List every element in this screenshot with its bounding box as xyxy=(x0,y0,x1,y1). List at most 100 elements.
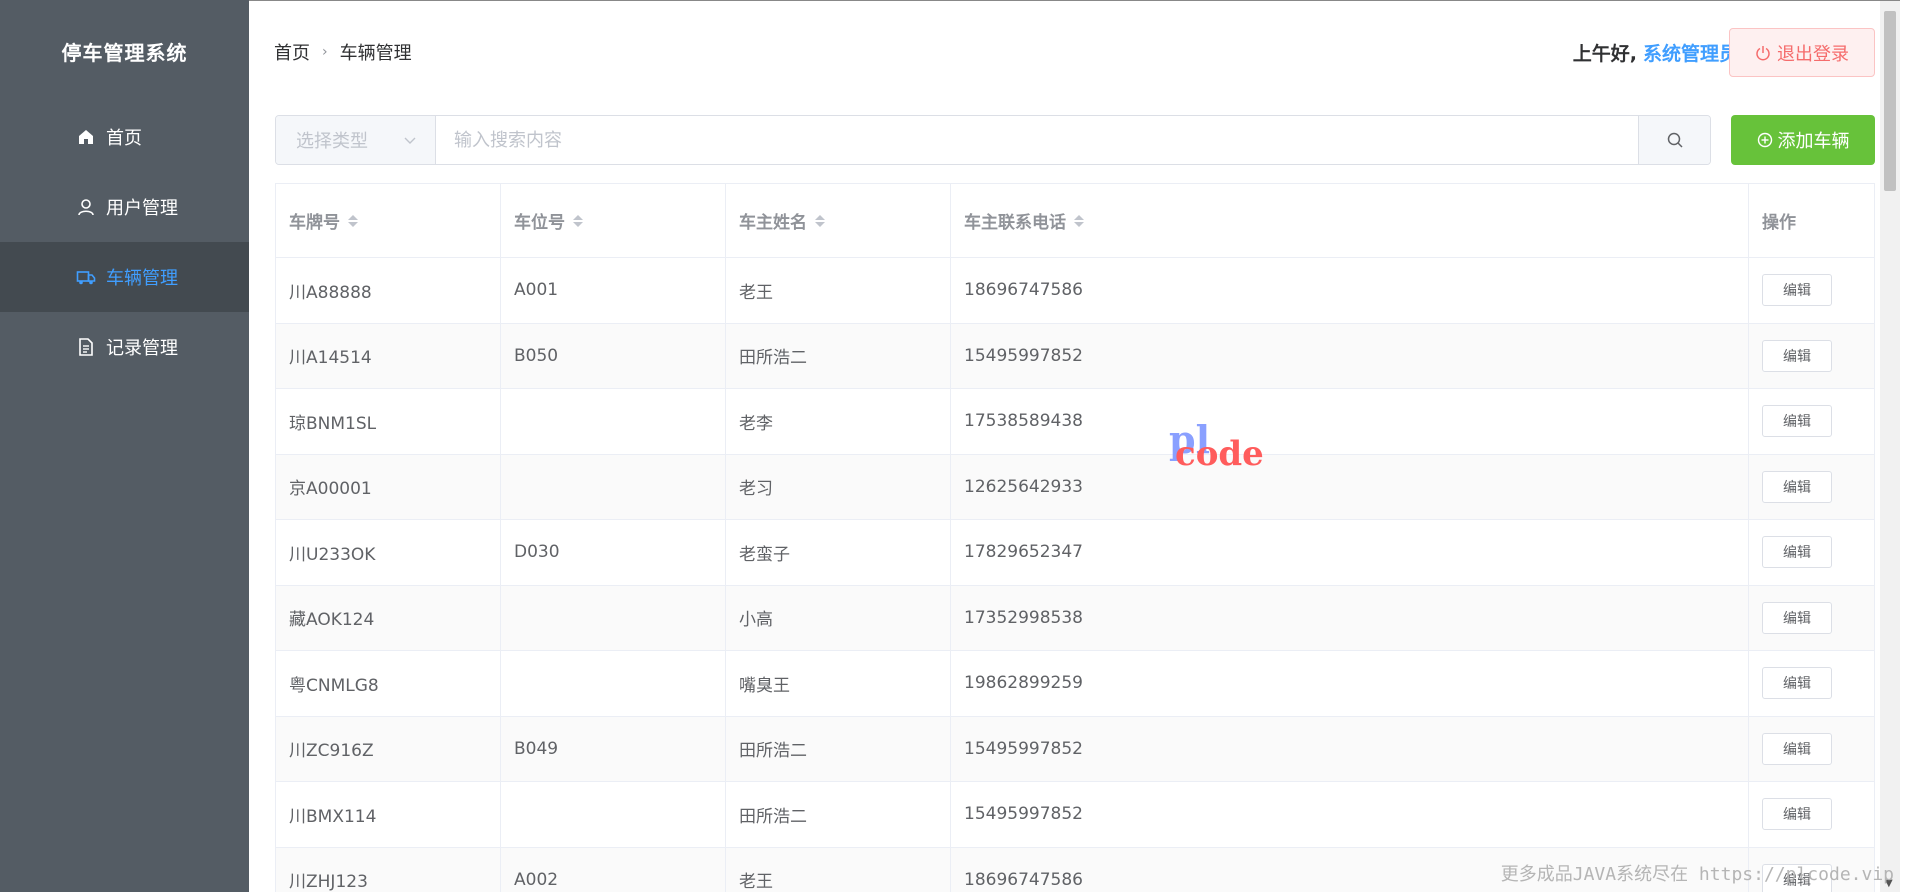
cell-owner: 老蛮子 xyxy=(726,520,951,585)
sort-icon[interactable] xyxy=(573,214,583,227)
column-header-label: 操作 xyxy=(1762,213,1796,233)
sidebar-item-records[interactable]: 记录管理 xyxy=(0,312,249,382)
cell-owner: 田所浩二 xyxy=(726,716,951,781)
sidebar-item-label: 首页 xyxy=(106,128,142,149)
cell-plate: 京A00001 xyxy=(276,454,501,519)
sidebar-item-label: 车辆管理 xyxy=(106,268,178,289)
edit-button[interactable]: 编辑 xyxy=(1762,667,1832,700)
column-header-plate[interactable]: 车牌号 xyxy=(276,184,501,257)
cell-actions: 编辑 xyxy=(1749,520,1874,585)
username: 系统管理员 xyxy=(1642,43,1738,65)
cell-plate: 川BMX114 xyxy=(276,782,501,847)
sort-icon[interactable] xyxy=(815,214,825,227)
vehicle-table: 车牌号 车位号 车主姓名 车主联系电话 操作 川A88888 A001 老王 1869… xyxy=(275,183,1875,892)
sidebar: 停车管理系统 首页 用户管理 车辆管理 记录管理 xyxy=(0,0,249,892)
cell-owner: 小高 xyxy=(726,585,951,650)
cell-plate: 川A88888 xyxy=(276,258,501,323)
column-header-label: 车主联系电话 xyxy=(964,213,1066,233)
cell-space xyxy=(501,651,726,716)
sort-icon[interactable] xyxy=(1074,214,1084,227)
cell-space: A002 xyxy=(501,847,726,892)
cell-phone: 12625642933 xyxy=(951,454,1749,519)
sidebar-item-users[interactable]: 用户管理 xyxy=(0,172,249,242)
plus-circle-icon xyxy=(1757,132,1772,148)
cell-space xyxy=(501,585,726,650)
cell-space: B050 xyxy=(501,323,726,388)
table-header-row: 车牌号 车位号 车主姓名 车主联系电话 操作 xyxy=(276,184,1874,258)
cell-phone: 15495997852 xyxy=(951,323,1749,388)
cell-owner: 嘴臭王 xyxy=(726,651,951,716)
cell-actions: 编辑 xyxy=(1749,586,1874,651)
cell-plate: 川ZHJ123 xyxy=(276,847,501,892)
cell-space xyxy=(501,389,726,454)
sidebar-item-label: 记录管理 xyxy=(106,338,178,359)
cell-plate: 粤CNMLG8 xyxy=(276,651,501,716)
cell-plate: 藏AOK124 xyxy=(276,585,501,650)
cell-actions: 编辑 xyxy=(1749,782,1874,847)
chevron-down-icon xyxy=(404,137,416,144)
column-header-space[interactable]: 车位号 xyxy=(501,184,726,257)
cell-phone: 19862899259 xyxy=(951,651,1749,716)
table-row: 川A88888 A001 老王 18696747586 编辑 xyxy=(276,258,1874,324)
table-row: 川A14514 B050 田所浩二 15495997852 编辑 xyxy=(276,323,1874,389)
cell-phone: 17829652347 xyxy=(951,520,1749,585)
cell-phone: 17352998538 xyxy=(951,585,1749,650)
column-header-label: 车主姓名 xyxy=(739,213,807,233)
cell-space xyxy=(501,454,726,519)
power-icon xyxy=(1756,45,1770,60)
watermark-logo: pl code xyxy=(1169,421,1264,472)
cell-phone: 17538589438 xyxy=(951,389,1749,454)
column-header-actions: 操作 xyxy=(1749,184,1874,257)
greeting: 上午好, 系统管理员 xyxy=(1573,39,1738,66)
page-scrollbar[interactable]: ▼ xyxy=(1880,1,1900,892)
cell-space: B049 xyxy=(501,716,726,781)
cell-owner: 田所浩二 xyxy=(726,782,951,847)
column-header-label: 车位号 xyxy=(514,213,565,233)
edit-button[interactable]: 编辑 xyxy=(1762,536,1832,569)
edit-button[interactable]: 编辑 xyxy=(1762,798,1832,831)
watermark-footer: 更多成品JAVA系统尽在 https://plcode.vip xyxy=(1500,864,1894,885)
logout-button[interactable]: 退出登录 xyxy=(1729,28,1875,77)
edit-button[interactable]: 编辑 xyxy=(1762,274,1832,307)
cell-plate: 川U233OK xyxy=(276,520,501,585)
column-header-owner[interactable]: 车主姓名 xyxy=(726,184,951,257)
cell-phone: 15495997852 xyxy=(951,716,1749,781)
sidebar-item-vehicles[interactable]: 车辆管理 xyxy=(0,242,249,312)
table-row: 京A00001 老习 12625642933 编辑 xyxy=(276,454,1874,520)
edit-button[interactable]: 编辑 xyxy=(1762,601,1832,634)
edit-button[interactable]: 编辑 xyxy=(1762,339,1832,372)
sidebar-item-label: 用户管理 xyxy=(106,198,178,219)
breadcrumb: 首页 › 车辆管理 xyxy=(274,39,412,65)
cell-owner: 老习 xyxy=(726,454,951,519)
column-header-phone[interactable]: 车主联系电话 xyxy=(951,184,1749,257)
edit-button[interactable]: 编辑 xyxy=(1762,470,1832,503)
sidebar-item-home[interactable]: 首页 xyxy=(0,102,249,172)
breadcrumb-home-link[interactable]: 首页 xyxy=(274,39,310,65)
edit-button[interactable]: 编辑 xyxy=(1762,405,1832,438)
greeting-text: 上午好, xyxy=(1572,43,1637,65)
cell-space xyxy=(501,782,726,847)
cell-phone: 18696747586 xyxy=(951,258,1749,323)
search-input[interactable] xyxy=(436,116,1638,164)
table-row: 粤CNMLG8 嘴臭王 19862899259 编辑 xyxy=(276,651,1874,717)
search-icon xyxy=(1667,132,1683,148)
table-row: 藏AOK124 小高 17352998538 编辑 xyxy=(276,585,1874,651)
sort-icon[interactable] xyxy=(348,214,358,227)
type-select[interactable]: 选择类型 xyxy=(276,116,436,164)
logout-label: 退出登录 xyxy=(1777,43,1849,65)
breadcrumb-current: 车辆管理 xyxy=(339,43,412,64)
column-header-label: 车牌号 xyxy=(289,213,340,233)
edit-button[interactable]: 编辑 xyxy=(1762,732,1832,765)
document-icon xyxy=(76,337,96,357)
cell-actions: 编辑 xyxy=(1749,717,1874,782)
cell-owner: 老王 xyxy=(726,847,951,892)
search-button[interactable] xyxy=(1638,116,1710,164)
add-vehicle-button[interactable]: 添加车辆 xyxy=(1731,115,1875,165)
home-icon xyxy=(76,127,96,147)
table-row: 川U233OK D030 老蛮子 17829652347 编辑 xyxy=(276,520,1874,586)
chevron-right-icon: › xyxy=(322,44,328,60)
table-body: 川A88888 A001 老王 18696747586 编辑 川A14514 B050 田所浩… xyxy=(276,258,1874,892)
cell-actions: 编辑 xyxy=(1749,258,1874,323)
cell-plate: 川A14514 xyxy=(276,323,501,388)
scrollbar-thumb[interactable] xyxy=(1884,11,1896,191)
